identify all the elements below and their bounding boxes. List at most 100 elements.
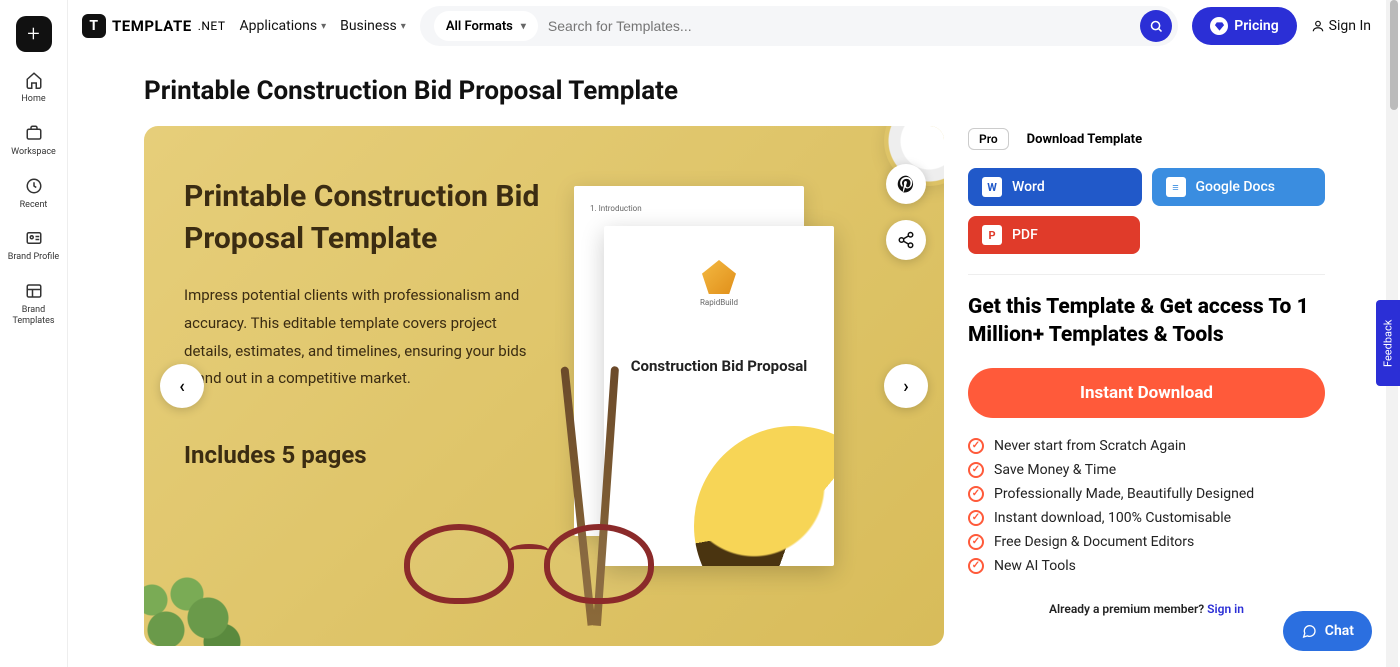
sidebar-item-brand-templates[interactable]: Brand Templates — [4, 281, 64, 327]
briefcase-icon — [24, 123, 44, 143]
feedback-label: Feedback — [1382, 319, 1395, 366]
chat-label: Chat — [1325, 623, 1354, 639]
nav-label: Business — [340, 18, 397, 34]
user-icon — [1311, 19, 1325, 33]
benefit-text: Professionally Made, Beautifully Designe… — [994, 486, 1254, 502]
preview-description: Impress potential clients with professio… — [184, 282, 544, 393]
carousel-prev-button[interactable]: ‹ — [160, 364, 204, 408]
chevron-down-icon: ▾ — [321, 21, 326, 32]
logo-text: TEMPLATE — [112, 17, 192, 35]
download-googledocs-button[interactable]: ≡ Google Docs — [1152, 168, 1326, 206]
benefit-text: Free Design & Document Editors — [994, 534, 1194, 550]
formats-filter[interactable]: All Formats ▾ — [434, 11, 538, 41]
page-title: Printable Construction Bid Proposal Temp… — [144, 76, 1325, 106]
doc-back-heading: 1. Introduction — [590, 204, 642, 213]
gdocs-icon: ≡ — [1166, 177, 1186, 197]
already-member-text: Already a premium member? Sign in — [968, 602, 1325, 616]
benefit-item: ✓ Save Money & Time — [968, 462, 1325, 478]
sidebar-item-label: Home — [21, 94, 45, 105]
download-panel: Pro Download Template W Word ≡ Google Docs… — [968, 126, 1325, 646]
share-button[interactable] — [886, 220, 926, 260]
check-icon: ✓ — [968, 558, 984, 574]
access-heading: Get this Template & Get access To 1 Mill… — [968, 293, 1325, 350]
check-icon: ✓ — [968, 438, 984, 454]
doc-brand-icon — [702, 260, 736, 294]
download-word-button[interactable]: W Word — [968, 168, 1142, 206]
sidebar-item-workspace[interactable]: Workspace — [4, 123, 64, 158]
logo-mark-icon: T — [82, 14, 106, 38]
nav-label: Applications — [240, 18, 318, 34]
sidebar-item-recent[interactable]: Recent — [4, 176, 64, 211]
left-sidebar: + Home Workspace Recent Brand Profile Br… — [0, 0, 68, 667]
formats-label: All Formats — [446, 19, 513, 34]
search-button[interactable] — [1140, 10, 1172, 42]
id-card-icon — [24, 228, 44, 248]
carousel-next-button[interactable]: › — [884, 364, 928, 408]
decor-plant — [144, 546, 264, 646]
format-label: Word — [1012, 179, 1045, 195]
nav-business[interactable]: Business ▾ — [340, 18, 406, 34]
nav-applications[interactable]: Applications▾ — [240, 18, 327, 34]
signin-inline-link[interactable]: Sign in — [1207, 602, 1244, 616]
word-icon: W — [982, 177, 1002, 197]
doc-cover-title: Construction Bid Proposal — [631, 357, 808, 375]
template-preview: Printable Construction Bid Proposal Temp… — [144, 126, 944, 646]
home-icon — [24, 70, 44, 90]
create-new-button[interactable]: + — [16, 16, 52, 52]
search-bar: All Formats ▾ — [420, 6, 1178, 46]
top-header: T TEMPLATE.NET Applications▾ Business▾ A… — [68, 0, 1385, 52]
pdf-icon: P — [982, 225, 1002, 245]
divider — [968, 274, 1325, 275]
gem-icon — [1210, 17, 1228, 35]
chevron-down-icon: ▾ — [401, 21, 406, 32]
download-template-label: Download Template — [1027, 132, 1142, 147]
sidebar-item-brand-profile[interactable]: Brand Profile — [4, 228, 64, 263]
main-content: Printable Construction Bid Proposal Temp… — [68, 52, 1385, 667]
benefits-list: ✓ Never start from Scratch Again ✓ Save Mo… — [968, 438, 1325, 574]
sidebar-item-home[interactable]: Home — [4, 70, 64, 105]
preview-title: Printable Construction Bid Proposal Temp… — [184, 176, 544, 260]
benefit-text: Never start from Scratch Again — [994, 438, 1186, 454]
decor-glasses — [404, 516, 684, 626]
pro-badge: Pro — [968, 128, 1009, 150]
search-input[interactable] — [548, 18, 1130, 34]
pricing-button[interactable]: Pricing — [1192, 7, 1296, 45]
sidebar-item-label: Brand Templates — [4, 305, 64, 327]
benefit-text: Save Money & Time — [994, 462, 1116, 478]
benefit-item: ✓ Professionally Made, Beautifully Design… — [968, 486, 1325, 502]
check-icon: ✓ — [968, 510, 984, 526]
benefit-item: ✓ Never start from Scratch Again — [968, 438, 1325, 454]
chat-icon — [1301, 623, 1317, 639]
check-icon: ✓ — [968, 462, 984, 478]
signin-label: Sign In — [1329, 18, 1371, 34]
sidebar-item-label: Brand Profile — [8, 252, 59, 263]
already-prefix: Already a premium member? — [1049, 602, 1207, 616]
pinterest-button[interactable] — [886, 164, 926, 204]
check-icon: ✓ — [968, 486, 984, 502]
benefit-text: Instant download, 100% Customisable — [994, 510, 1231, 526]
instant-download-label: Instant Download — [1080, 383, 1213, 403]
clock-icon — [24, 176, 44, 196]
feedback-tab[interactable]: Feedback — [1376, 300, 1400, 386]
logo-suffix: .NET — [198, 19, 226, 33]
format-label: Google Docs — [1196, 179, 1276, 195]
logo[interactable]: T TEMPLATE .NET — [82, 14, 226, 38]
benefit-text: New AI Tools — [994, 558, 1076, 574]
pricing-label: Pricing — [1234, 18, 1278, 34]
sidebar-item-label: Recent — [20, 200, 48, 211]
signin-link[interactable]: Sign In — [1311, 18, 1371, 34]
download-pdf-button[interactable]: P PDF — [968, 216, 1140, 254]
benefit-item: ✓ Instant download, 100% Customisable — [968, 510, 1325, 526]
benefit-item: ✓ Free Design & Document Editors — [968, 534, 1325, 550]
check-icon: ✓ — [968, 534, 984, 550]
instant-download-button[interactable]: Instant Download — [968, 368, 1325, 418]
doc-brand-name: RapidBuild — [700, 298, 738, 307]
sidebar-item-label: Workspace — [11, 147, 56, 158]
benefit-item: ✓ New AI Tools — [968, 558, 1325, 574]
doc-decor-swirl — [694, 426, 834, 566]
page-scrollbar-thumb[interactable] — [1390, 0, 1398, 110]
chat-button[interactable]: Chat — [1283, 611, 1372, 651]
layout-icon — [24, 281, 44, 301]
format-label: PDF — [1012, 227, 1038, 243]
chevron-down-icon: ▾ — [521, 21, 526, 32]
